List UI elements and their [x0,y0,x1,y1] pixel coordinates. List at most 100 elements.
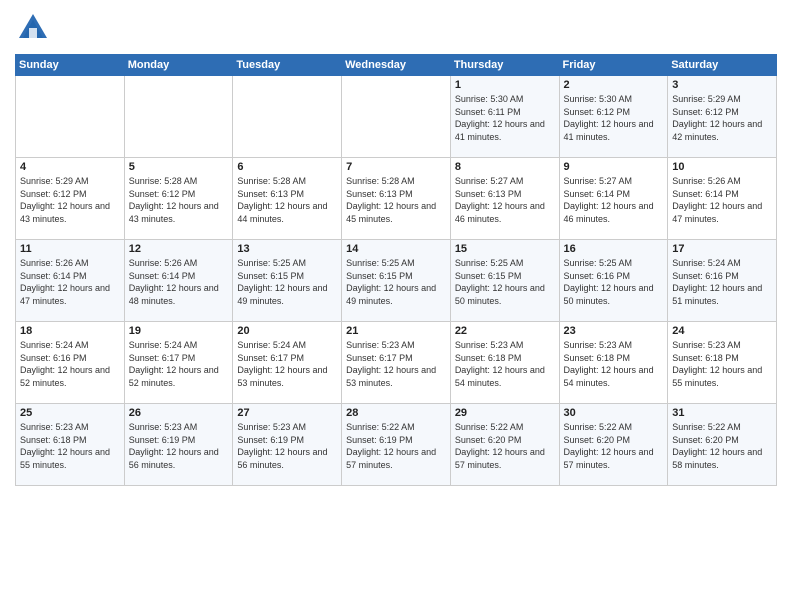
day-info: Sunrise: 5:23 AM Sunset: 6:18 PM Dayligh… [20,421,120,471]
day-info: Sunrise: 5:29 AM Sunset: 6:12 PM Dayligh… [20,175,120,225]
header-thursday: Thursday [450,55,559,76]
cell-4-1: 26Sunrise: 5:23 AM Sunset: 6:19 PM Dayli… [124,404,233,486]
cell-4-5: 30 Sunrise: 5:22 AM Sunset: 6:20 PM Dayli… [559,404,668,486]
day-info: Sunrise: 5:25 AM Sunset: 6:15 PM Dayligh… [237,257,337,307]
day-number: 15 [455,243,555,255]
day-number: 29 [455,407,555,419]
cell-3-6: 24 Sunrise: 5:23 AM Sunset: 6:18 PM Dayli… [668,322,777,404]
cell-3-4: 22Sunrise: 5:23 AM Sunset: 6:18 PM Dayli… [450,322,559,404]
cell-3-1: 19 Sunrise: 5:24 AM Sunset: 6:17 PM Dayli… [124,322,233,404]
day-info: Sunrise: 5:24 AM Sunset: 6:17 PM Dayligh… [237,339,337,389]
cell-2-3: 14 Sunrise: 5:25 AM Sunset: 6:15 PM Dayli… [342,240,451,322]
cell-2-4: 15 Sunrise: 5:25 AM Sunset: 6:15 PM Dayli… [450,240,559,322]
day-info: Sunrise: 5:25 AM Sunset: 6:15 PM Dayligh… [455,257,555,307]
day-info: Sunrise: 5:28 AM Sunset: 6:12 PM Dayligh… [129,175,229,225]
cell-2-6: 17 Sunrise: 5:24 AM Sunset: 6:16 PM Dayli… [668,240,777,322]
cell-1-3: 7 Sunrise: 5:28 AM Sunset: 6:13 PM Daylig… [342,158,451,240]
header-wednesday: Wednesday [342,55,451,76]
cell-3-5: 23 Sunrise: 5:23 AM Sunset: 6:18 PM Dayli… [559,322,668,404]
day-number: 13 [237,243,337,255]
cell-0-0 [16,76,125,158]
day-number: 21 [346,325,446,337]
cell-3-2: 20 Sunrise: 5:24 AM Sunset: 6:17 PM Dayli… [233,322,342,404]
cell-0-6: 3 Sunrise: 5:29 AM Sunset: 6:12 PM Daylig… [668,76,777,158]
day-info: Sunrise: 5:23 AM Sunset: 6:18 PM Dayligh… [564,339,664,389]
day-info: Sunrise: 5:25 AM Sunset: 6:15 PM Dayligh… [346,257,446,307]
day-info: Sunrise: 5:26 AM Sunset: 6:14 PM Dayligh… [672,175,772,225]
day-info: Sunrise: 5:22 AM Sunset: 6:20 PM Dayligh… [672,421,772,471]
day-number: 30 [564,407,664,419]
calendar-body: 1 Sunrise: 5:30 AM Sunset: 6:11 PM Daylig… [16,76,777,486]
calendar-page: SundayMondayTuesdayWednesdayThursdayFrid… [0,0,792,612]
day-info: Sunrise: 5:23 AM Sunset: 6:19 PM Dayligh… [237,421,337,471]
day-info: Sunrise: 5:24 AM Sunset: 6:17 PM Dayligh… [129,339,229,389]
day-number: 24 [672,325,772,337]
cell-3-0: 18 Sunrise: 5:24 AM Sunset: 6:16 PM Dayli… [16,322,125,404]
cell-0-1 [124,76,233,158]
day-number: 20 [237,325,337,337]
cell-1-2: 6Sunrise: 5:28 AM Sunset: 6:13 PM Daylig… [233,158,342,240]
day-number: 4 [20,161,120,173]
cell-2-5: 16 Sunrise: 5:25 AM Sunset: 6:16 PM Dayli… [559,240,668,322]
cell-1-0: 4 Sunrise: 5:29 AM Sunset: 6:12 PM Daylig… [16,158,125,240]
day-number: 19 [129,325,229,337]
day-number: 31 [672,407,772,419]
day-number: 17 [672,243,772,255]
day-info: Sunrise: 5:23 AM Sunset: 6:19 PM Dayligh… [129,421,229,471]
day-info: Sunrise: 5:23 AM Sunset: 6:18 PM Dayligh… [455,339,555,389]
day-info: Sunrise: 5:28 AM Sunset: 6:13 PM Dayligh… [346,175,446,225]
cell-0-4: 1 Sunrise: 5:30 AM Sunset: 6:11 PM Daylig… [450,76,559,158]
cell-1-4: 8 Sunrise: 5:27 AM Sunset: 6:13 PM Daylig… [450,158,559,240]
cell-0-2 [233,76,342,158]
cell-2-2: 13 Sunrise: 5:25 AM Sunset: 6:15 PM Dayli… [233,240,342,322]
day-number: 10 [672,161,772,173]
day-number: 11 [20,243,120,255]
day-info: Sunrise: 5:22 AM Sunset: 6:20 PM Dayligh… [455,421,555,471]
day-number: 7 [346,161,446,173]
day-number: 14 [346,243,446,255]
header-row: SundayMondayTuesdayWednesdayThursdayFrid… [16,55,777,76]
calendar-table: SundayMondayTuesdayWednesdayThursdayFrid… [15,54,777,486]
day-info: Sunrise: 5:22 AM Sunset: 6:20 PM Dayligh… [564,421,664,471]
day-info: Sunrise: 5:23 AM Sunset: 6:18 PM Dayligh… [672,339,772,389]
day-number: 9 [564,161,664,173]
day-info: Sunrise: 5:30 AM Sunset: 6:11 PM Dayligh… [455,93,555,143]
cell-3-3: 21 Sunrise: 5:23 AM Sunset: 6:17 PM Dayli… [342,322,451,404]
day-number: 28 [346,407,446,419]
week-row-1: 1 Sunrise: 5:30 AM Sunset: 6:11 PM Daylig… [16,76,777,158]
day-info: Sunrise: 5:22 AM Sunset: 6:19 PM Dayligh… [346,421,446,471]
day-info: Sunrise: 5:26 AM Sunset: 6:14 PM Dayligh… [20,257,120,307]
day-info: Sunrise: 5:29 AM Sunset: 6:12 PM Dayligh… [672,93,772,143]
week-row-2: 4 Sunrise: 5:29 AM Sunset: 6:12 PM Daylig… [16,158,777,240]
day-info: Sunrise: 5:30 AM Sunset: 6:12 PM Dayligh… [564,93,664,143]
cell-4-3: 28 Sunrise: 5:22 AM Sunset: 6:19 PM Dayli… [342,404,451,486]
day-number: 18 [20,325,120,337]
cell-0-3 [342,76,451,158]
day-number: 3 [672,79,772,91]
day-info: Sunrise: 5:24 AM Sunset: 6:16 PM Dayligh… [672,257,772,307]
cell-1-1: 5 Sunrise: 5:28 AM Sunset: 6:12 PM Daylig… [124,158,233,240]
day-info: Sunrise: 5:27 AM Sunset: 6:14 PM Dayligh… [564,175,664,225]
day-number: 8 [455,161,555,173]
day-number: 25 [20,407,120,419]
day-number: 1 [455,79,555,91]
day-info: Sunrise: 5:23 AM Sunset: 6:17 PM Dayligh… [346,339,446,389]
week-row-5: 25 Sunrise: 5:23 AM Sunset: 6:18 PM Dayli… [16,404,777,486]
cell-0-5: 2Sunrise: 5:30 AM Sunset: 6:12 PM Daylig… [559,76,668,158]
calendar-header: SundayMondayTuesdayWednesdayThursdayFrid… [16,55,777,76]
logo [15,10,55,46]
cell-4-6: 31 Sunrise: 5:22 AM Sunset: 6:20 PM Dayli… [668,404,777,486]
cell-4-2: 27Sunrise: 5:23 AM Sunset: 6:19 PM Dayli… [233,404,342,486]
day-info: Sunrise: 5:25 AM Sunset: 6:16 PM Dayligh… [564,257,664,307]
day-info: Sunrise: 5:24 AM Sunset: 6:16 PM Dayligh… [20,339,120,389]
day-number: 16 [564,243,664,255]
header-monday: Monday [124,55,233,76]
day-info: Sunrise: 5:27 AM Sunset: 6:13 PM Dayligh… [455,175,555,225]
day-number: 23 [564,325,664,337]
cell-2-1: 12Sunrise: 5:26 AM Sunset: 6:14 PM Dayli… [124,240,233,322]
header-saturday: Saturday [668,55,777,76]
cell-4-4: 29 Sunrise: 5:22 AM Sunset: 6:20 PM Dayli… [450,404,559,486]
day-number: 5 [129,161,229,173]
logo-icon [15,10,51,46]
cell-2-0: 11 Sunrise: 5:26 AM Sunset: 6:14 PM Dayli… [16,240,125,322]
